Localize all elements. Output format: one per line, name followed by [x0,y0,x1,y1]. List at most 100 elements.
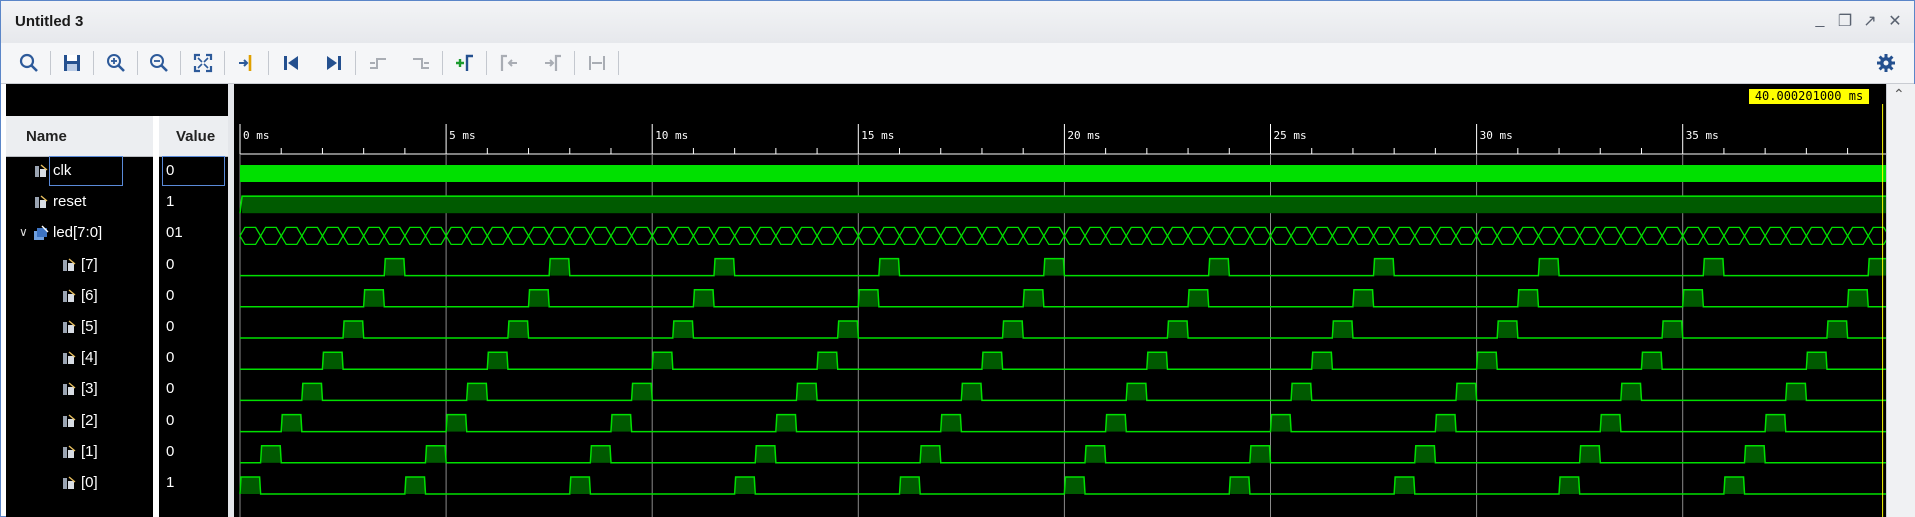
signal-name[interactable]: [3] [81,380,98,397]
led-bit-pulse-fill [1312,352,1332,370]
bus-signal-icon [33,225,49,241]
signal-name[interactable]: [7] [81,256,98,273]
restore-icon[interactable]: ❐ [1834,11,1856,31]
maximize-icon[interactable]: ↗ [1859,11,1881,31]
signal-row[interactable]: reset 1 [6,187,228,218]
save-icon[interactable] [57,49,87,77]
search-icon[interactable] [14,49,44,77]
led-bit-wave [240,445,1886,464]
led-bit-pulse-fill [879,258,899,276]
led-bit-pulse-fill [941,414,961,432]
previous-transition-icon[interactable] [363,49,393,77]
led-bit-pulse-fill [467,383,487,401]
wire-signal-icon [33,194,49,210]
scroll-up-icon[interactable]: ⌃ [1893,86,1905,103]
value-column-header[interactable]: Value [176,128,215,145]
led-bit-pulse-fill [447,414,466,432]
signal-row[interactable]: [5] 0 [6,312,228,343]
signal-name-panel: Name Value clk 0 reset 1 ∨ led[7:0] 01 [7] 0 [6] 0… [6,84,228,517]
signal-value: 0 [166,380,175,398]
led-bus-segment [280,226,303,246]
led-bus-segment [1228,226,1251,246]
led-bus-segment [1207,226,1231,246]
signal-row[interactable]: [1] 0 [6,437,228,468]
signal-name[interactable]: [6] [81,287,98,304]
led-bit-pulse-fill [1353,289,1373,307]
signal-row[interactable]: ∨ led[7:0] 01 [6,218,228,249]
led-bus-segment [1599,226,1622,246]
signal-row[interactable]: [0] 1 [6,468,228,499]
led-bus-segment [1352,226,1375,246]
expand-toggle-icon[interactable]: ∨ [19,225,28,239]
signal-row[interactable]: [3] 0 [6,374,228,405]
waveform-panel[interactable]: 0 ms 5 ms 10 ms 15 ms 20 ms 25 ms 30 ms 35 ms 4… [234,84,1886,517]
led-bus-segment [651,226,674,246]
led-bus-segment [795,226,818,246]
wire-signal-icon [61,350,77,366]
zoom-fit-icon[interactable] [188,49,218,77]
signal-row[interactable]: [7] 0 [6,250,228,281]
led-bit-pulse-fill [591,445,610,463]
wire-signal-icon [61,319,77,335]
led-bus-segment [1043,226,1066,246]
swap-cursors-icon[interactable] [582,49,612,77]
led-bus-segment [1723,226,1746,246]
led-bus-segment [465,226,489,246]
wire-signal-icon [61,475,77,491]
zoom-out-icon[interactable] [144,49,174,77]
led-bus-segment [1805,226,1828,246]
led-bus-segment [362,226,386,246]
signal-value: 0 [166,318,175,335]
led-bit-pulse-fill [1621,383,1641,401]
signal-name[interactable]: [4] [81,349,98,366]
led-bit-pulse-fill [1683,289,1703,307]
add-marker-icon[interactable] [450,49,480,77]
signal-row[interactable]: [2] 0 [6,406,228,437]
waveform-canvas[interactable]: 0 ms 5 ms 10 ms 15 ms 20 ms 25 ms 30 ms 35 ms [234,84,1886,517]
led-bus-segment [507,226,530,246]
led-bit-wave [239,476,1886,495]
wire-signal-icon [61,257,77,273]
minimize-icon[interactable]: _ [1809,11,1831,29]
led-bus-segment [1104,226,1127,246]
signal-row[interactable]: [6] 0 [6,281,228,312]
name-column-header[interactable]: Name [26,128,67,145]
led-bit-pulse-fill [1663,321,1682,338]
signal-row[interactable]: clk 0 [6,156,228,187]
close-icon[interactable]: ✕ [1884,11,1906,31]
next-marker-icon[interactable] [538,49,568,77]
gear-icon[interactable] [1871,49,1901,77]
led-bit-pulse-fill [1436,414,1455,432]
zoom-in-icon[interactable] [101,49,131,77]
go-to-cursor-icon[interactable] [232,49,262,77]
led-bit-pulse-fill [756,445,775,463]
led-bus-segment [1331,226,1354,246]
signal-name[interactable]: [1] [81,443,98,460]
previous-marker-icon[interactable] [494,49,524,77]
led-bus-segment [1187,226,1210,246]
toolbar-separator [618,51,619,75]
led-bus-segment [1681,226,1705,246]
led-bus-segment [1372,226,1395,246]
led-bus-segment [919,226,942,246]
signal-name[interactable]: [0] [81,474,98,491]
led-bus-segment [527,226,550,246]
vertical-scrollbar[interactable]: ⌃ [1886,84,1915,517]
signal-name[interactable]: led[7:0] [53,224,102,241]
led-bit-pulse-fill [508,321,528,338]
go-to-time-zero-icon[interactable] [276,49,306,77]
signal-name[interactable]: [2] [81,412,98,429]
signal-name[interactable]: [5] [81,318,98,335]
signal-name[interactable]: reset [53,193,86,210]
next-transition-icon[interactable] [406,49,436,77]
signal-row[interactable]: [4] 0 [6,343,228,374]
led-bus-segment [1558,226,1581,246]
ruler-tick-label: 5 ms [449,129,476,142]
led-bit-pulse-fill [1230,477,1249,494]
window-title: Untitled 3 [15,13,84,30]
led-bus-segment [857,226,880,246]
led-bit-pulse-fill [1271,414,1291,432]
wire-signal-icon [61,381,77,397]
go-to-last-time-icon[interactable] [319,49,349,77]
led-bus-segment [1146,226,1169,246]
